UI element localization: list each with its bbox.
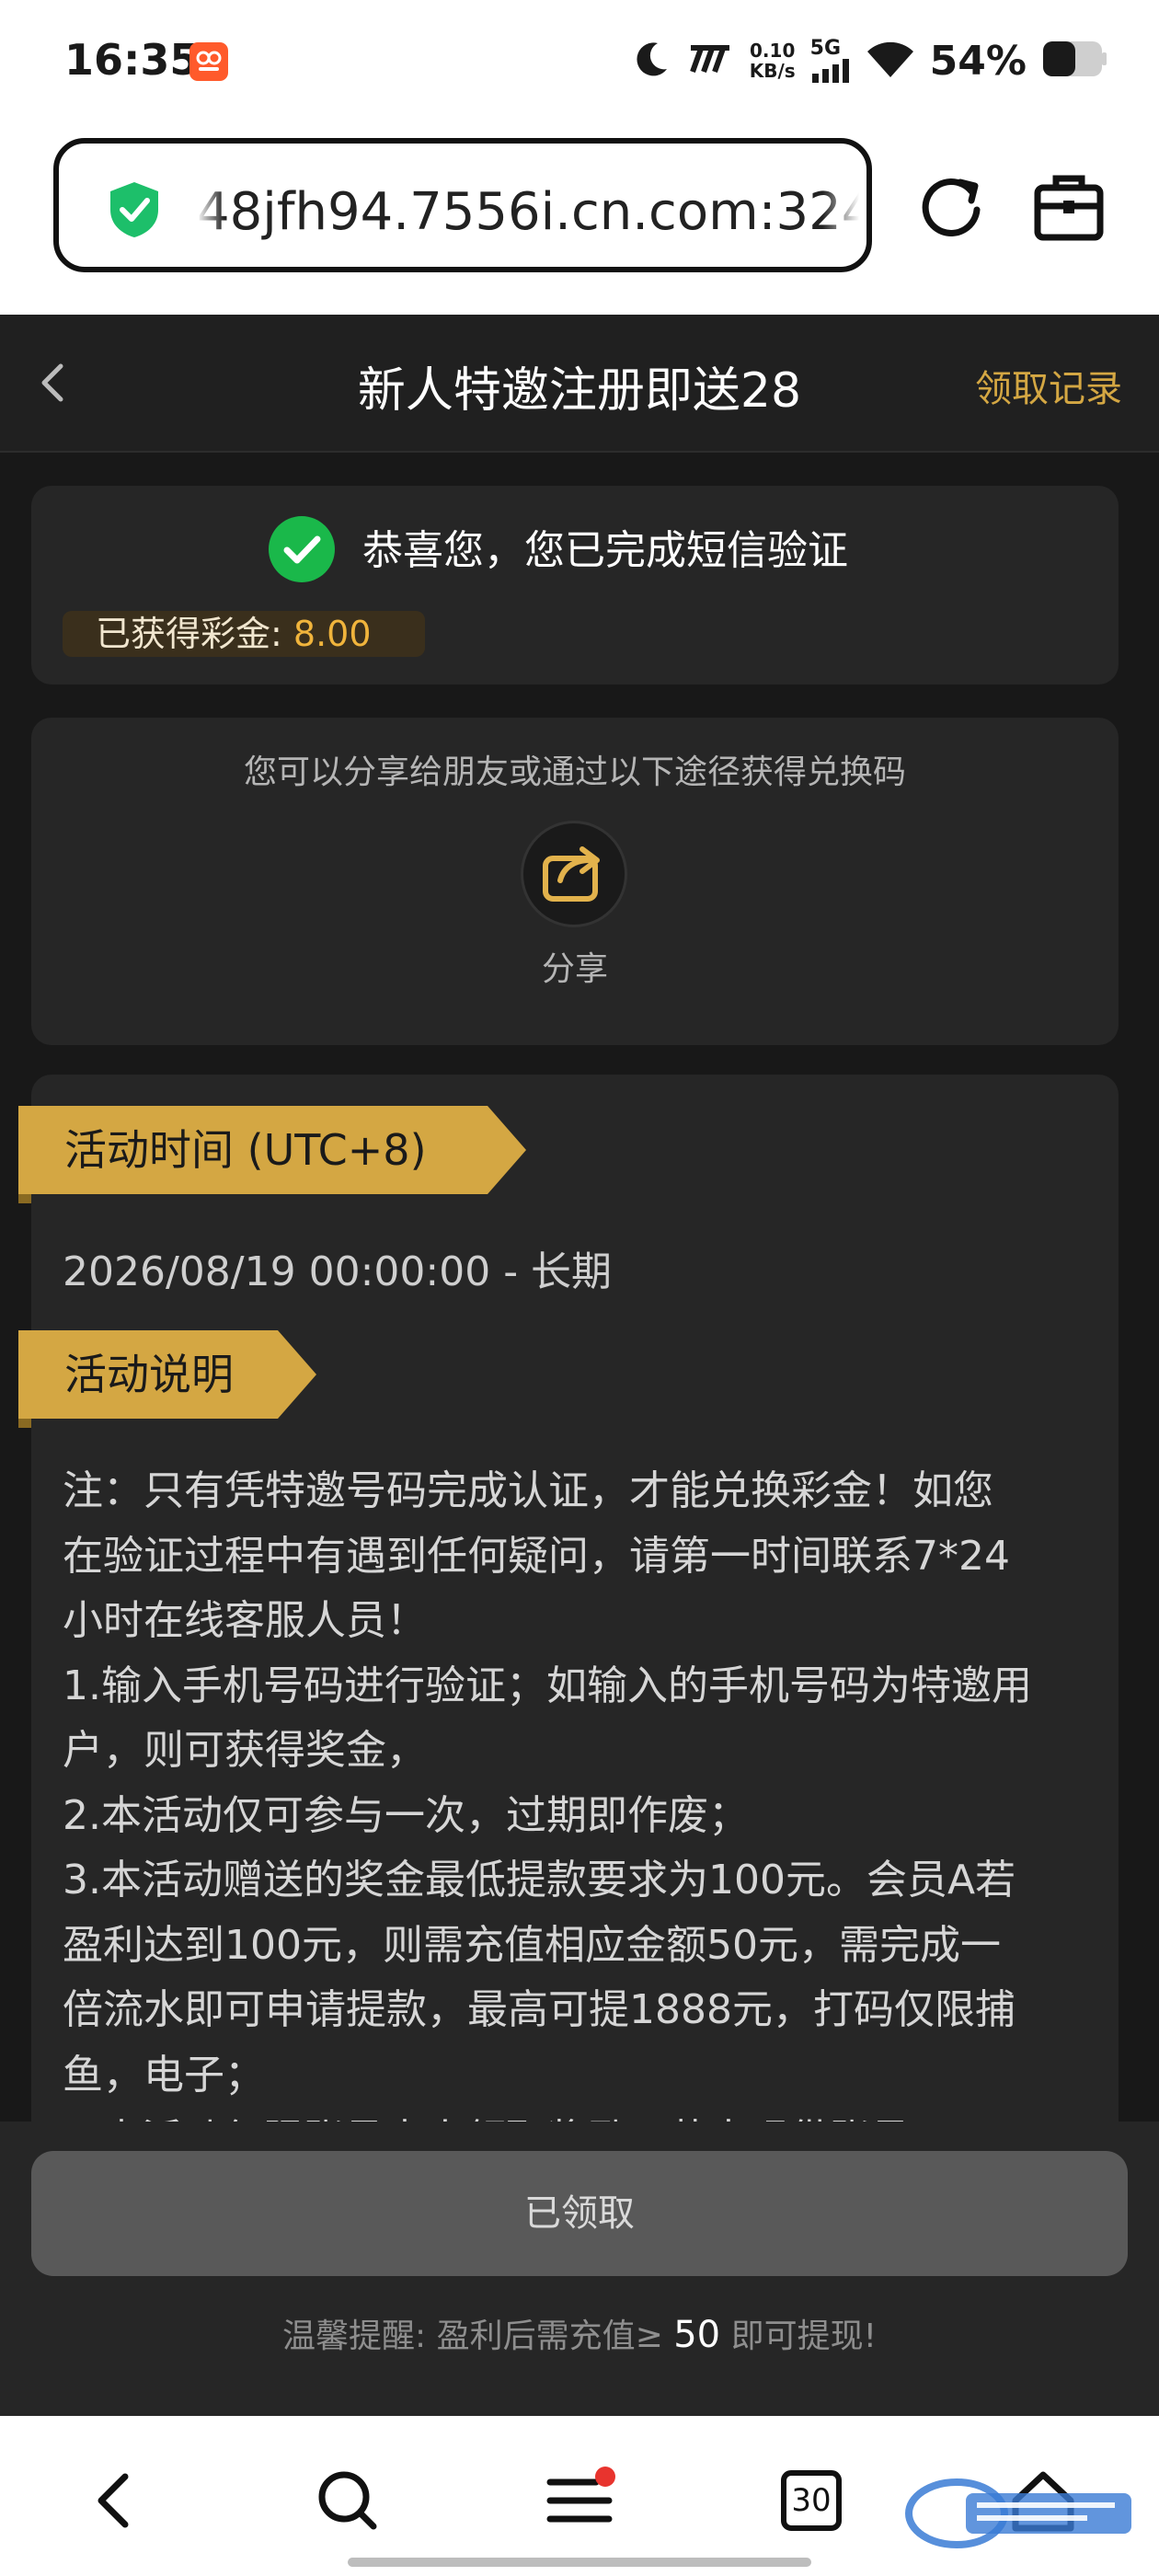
desc-line: 2.本活动仅可参与一次，过期即作废； [63,1791,749,1839]
tabs-count: 30 [791,2482,832,2519]
share-hint: 您可以分享给朋友或通过以下途径获得兑换码 [243,753,906,791]
activity-description: 注：只有凭特邀号码完成认证，才能兑换彩金！如您 在验证过程中有遇到任何疑问，请第… [63,1459,1102,2173]
share-card: 您可以分享给朋友或通过以下途径获得兑换码 分享 [31,718,1119,1045]
tabs-button[interactable]: 30 [775,2464,848,2537]
claim-records-link[interactable]: 领取记录 [975,359,1122,412]
desc-line: 倍流水即可申请提款，最高可提1888元，打码仅限捕 [63,1986,1016,2033]
activity-time-heading: 活动时间 (UTC+8) [18,1106,526,1194]
menu-icon[interactable] [543,2464,616,2537]
battery-percent: 54% [929,37,1027,85]
home-indicator[interactable] [348,2558,811,2567]
reload-icon[interactable] [914,169,988,243]
battery-icon [1041,40,1107,82]
status-bar: 16:35 0.10 KB/s 5G 54% [0,0,1159,125]
address-bar[interactable]: 48jfh94.7556i.cn.com:324 [53,138,872,272]
check-icon [269,516,335,582]
secure-shield-icon [107,180,162,239]
nav-back-icon[interactable] [79,2464,153,2537]
wifi-icon [866,39,915,83]
withdraw-tip: 温馨提醒: 盈利后需充值≥ 50 即可提现! [0,2309,1159,2357]
desc-line: 鱼，电子； [63,2051,265,2099]
desc-line: 3.本活动赠送的奖金最低提款要求为100元。会员A若 [63,1857,1016,1903]
verification-message: 恭喜您，您已完成短信验证 [362,527,848,574]
tip-value: 50 [673,2314,721,2356]
app-notification-icon [189,42,228,81]
tip-prefix: 温馨提醒: 盈利后需充值≥ [282,2317,663,2355]
desc-line: 小时在线客服人员！ [63,1597,427,1644]
watermark-logo [901,2466,1141,2558]
network-speed: 0.10 KB/s [749,40,796,82]
toolbox-icon[interactable] [1032,171,1106,245]
bonus-value: 8.00 [293,614,372,654]
desc-line: 盈利达到100元，则需充值相应金额50元，需完成一 [63,1921,1001,1969]
activity-desc-heading: 活动说明 [18,1330,316,1419]
signal-icon: 5G [810,39,851,83]
url-text: 48jfh94.7556i.cn.com:324 [197,182,859,242]
moon-icon [630,38,672,84]
page-header: 新人特邀注册即送28 领取记录 [0,315,1159,453]
carrier-icon [687,42,735,79]
desc-line: 1.输入手机号码进行验证；如输入的手机号码为特邀用 [63,1662,1032,1709]
claim-panel: 已领取 温馨提醒: 盈利后需充值≥ 50 即可提现! [0,2122,1159,2416]
desc-line: 在验证过程中有遇到任何疑问，请第一时间联系7*24 [63,1532,1010,1580]
activity-time-range: 2026/08/19 00:00:00 - 长期 [63,1248,613,1295]
share-button[interactable] [521,821,627,927]
status-icons: 0.10 KB/s 5G 54% [630,33,1107,88]
status-time: 16:35 [64,35,200,85]
claimed-button[interactable]: 已领取 [31,2151,1128,2276]
share-label: 分享 [541,950,608,988]
bonus-label: 已获得彩金: [96,614,282,654]
desc-line: 注：只有凭特邀号码完成认证，才能兑换彩金！如您 [63,1467,993,1514]
search-icon[interactable] [311,2464,384,2537]
verification-card: 恭喜您，您已完成短信验证 已获得彩金: 8.00 [31,486,1119,684]
tip-suffix: 即可提现! [730,2317,877,2355]
bonus-badge: 已获得彩金: 8.00 [63,611,425,657]
desc-line: 户，则可获得奖金， [63,1727,427,1774]
